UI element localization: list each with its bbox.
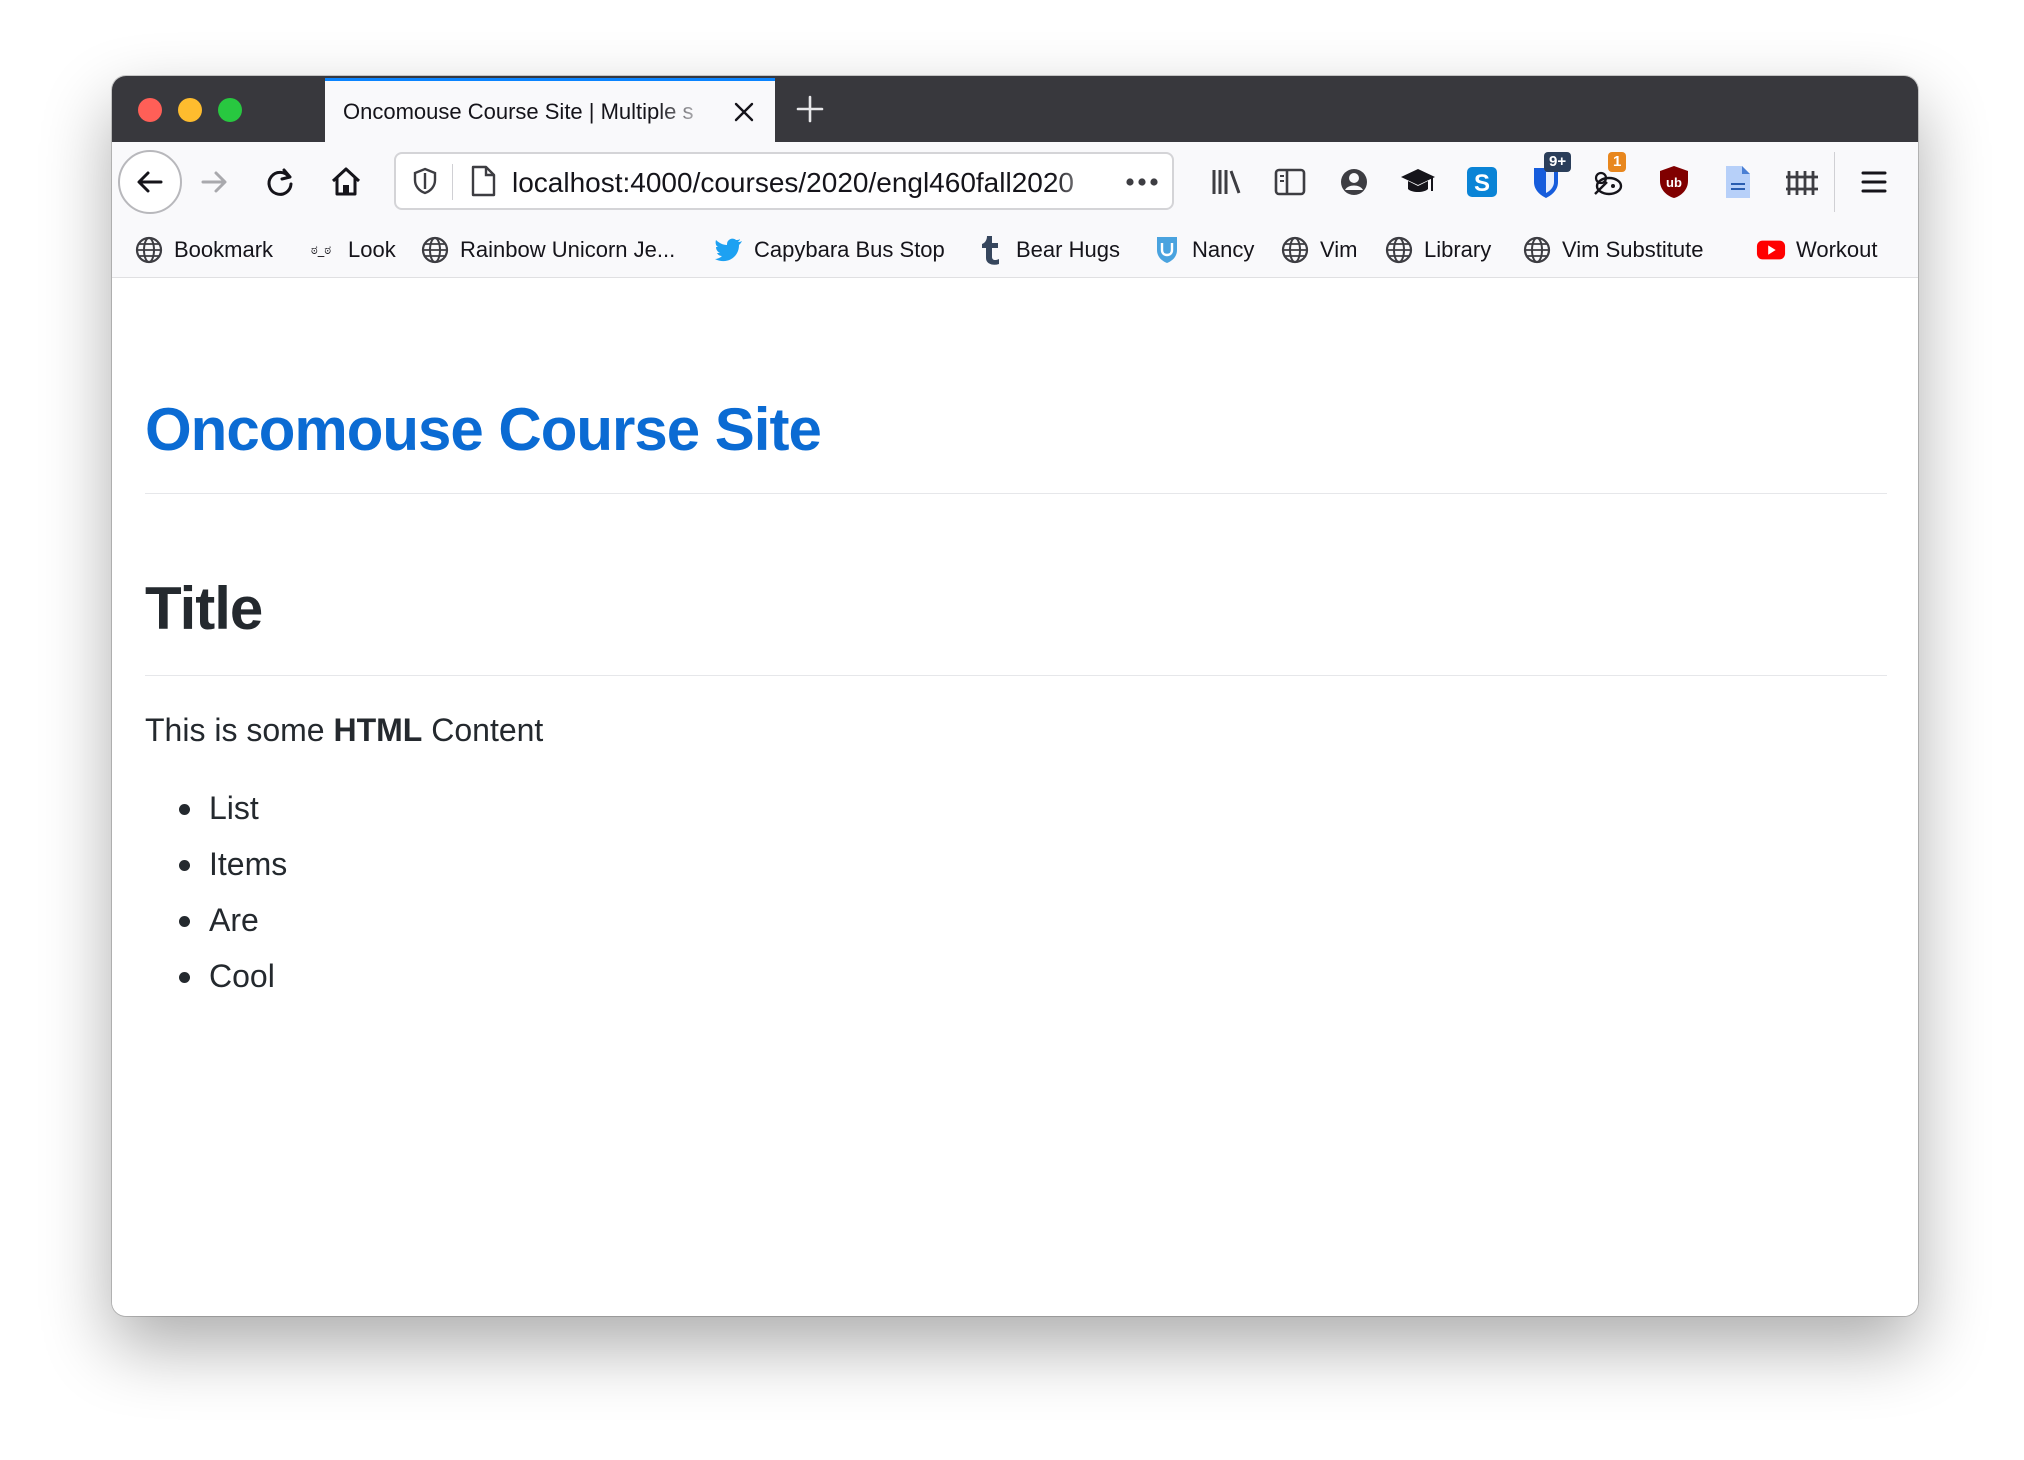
back-button[interactable] xyxy=(118,150,182,214)
fence-icon[interactable] xyxy=(1778,158,1826,206)
bookmark-item[interactable]: ಠ_ಠ Look xyxy=(304,234,396,266)
svg-text:ಠ_ಠ: ಠ_ಠ xyxy=(311,243,331,258)
account-icon[interactable] xyxy=(1330,158,1378,206)
url-bar[interactable]: localhost:4000/courses/2020/engl460fall2… xyxy=(394,152,1174,210)
bookmark-label: Nancy xyxy=(1192,237,1255,262)
bookmark-label: Vim Substitute xyxy=(1562,237,1704,262)
list-item: List xyxy=(145,788,287,844)
graduation-cap-icon[interactable] xyxy=(1394,158,1442,206)
active-tab[interactable]: Oncomouse Course Site | Multiple s xyxy=(325,78,775,142)
browser-window: Oncomouse Course Site | Multiple s local… xyxy=(112,76,1918,1316)
tracking-shield-icon[interactable] xyxy=(410,166,440,196)
svg-text:S: S xyxy=(1474,170,1490,197)
bitwarden-badge: 9+ xyxy=(1544,152,1572,172)
globe-icon xyxy=(1280,235,1310,265)
minimize-window-button[interactable] xyxy=(178,98,202,122)
bullet-list: List Items Are Cool xyxy=(145,788,287,1012)
list-item: Items xyxy=(145,844,287,900)
forward-button[interactable] xyxy=(186,154,242,210)
paragraph-bold-text: HTML xyxy=(333,712,423,748)
paragraph-text: This is some xyxy=(145,712,334,748)
svg-text:ub: ub xyxy=(1666,175,1682,190)
bookmark-label: Capybara Bus Stop xyxy=(754,237,945,262)
bitwarden-icon[interactable]: 9+ xyxy=(1522,152,1572,206)
bookmark-item[interactable]: Nancy xyxy=(1152,234,1254,266)
url-text[interactable]: localhost:4000/courses/2020/engl460fall2… xyxy=(512,166,1112,200)
shield-icon xyxy=(1152,235,1182,265)
globe-icon xyxy=(134,235,164,265)
site-title-link[interactable]: Oncomouse Course Site xyxy=(145,395,822,465)
document-icon[interactable] xyxy=(1714,158,1762,206)
youtube-icon xyxy=(1756,235,1786,265)
twitter-bird-icon xyxy=(714,235,744,265)
forward-arrow-icon xyxy=(201,171,227,193)
bookmark-item[interactable]: Rainbow Unicorn Je... xyxy=(420,234,675,266)
page-title: Title xyxy=(145,575,263,642)
page-info-icon[interactable] xyxy=(468,164,498,198)
reload-icon xyxy=(267,168,293,196)
globe-icon xyxy=(1522,235,1552,265)
ublock-origin-icon[interactable]: ub xyxy=(1650,158,1698,206)
look-face-icon: ಠ_ಠ xyxy=(304,235,338,265)
navigation-toolbar: localhost:4000/courses/2020/engl460fall2… xyxy=(112,142,1918,222)
bookmarks-toolbar: Bookmark ಠ_ಠ Look Rainbow Unicorn Je... … xyxy=(112,222,1918,278)
bookmark-item[interactable]: Workout xyxy=(1756,234,1878,266)
sidebar-icon[interactable] xyxy=(1266,158,1314,206)
header-divider xyxy=(145,493,1887,494)
globe-icon xyxy=(1384,235,1414,265)
bookmark-label: Library xyxy=(1424,237,1492,262)
content-paragraph: This is some HTML Content xyxy=(145,710,543,750)
bookmark-label: Bear Hugs xyxy=(1016,237,1120,262)
skype-icon[interactable]: S xyxy=(1458,158,1506,206)
tab-close-icon[interactable] xyxy=(731,99,757,125)
page-content: Oncomouse Course Site Title This is some… xyxy=(112,278,1918,1316)
tumblr-icon xyxy=(976,235,1006,265)
new-tab-icon[interactable] xyxy=(794,93,826,125)
bookmark-item[interactable]: Vim xyxy=(1280,234,1358,266)
library-icon[interactable] xyxy=(1202,158,1250,206)
mouse-extension-icon[interactable]: 1 xyxy=(1586,152,1634,206)
list-item: Are xyxy=(145,900,287,956)
hamburger-menu-icon[interactable] xyxy=(1850,158,1898,206)
close-window-button[interactable] xyxy=(138,98,162,122)
toolbar-divider xyxy=(1834,152,1835,212)
bookmark-label: Bookmark xyxy=(174,237,274,262)
bookmark-item[interactable]: Bookmark xyxy=(134,234,273,266)
list-item: Cool xyxy=(145,956,287,1012)
tab-strip: Oncomouse Course Site | Multiple s xyxy=(112,76,1918,142)
title-divider xyxy=(145,675,1887,676)
bookmark-label: Rainbow Unicorn Je... xyxy=(460,237,676,262)
paragraph-text: Content xyxy=(422,712,544,748)
globe-icon xyxy=(420,235,450,265)
zoom-window-button[interactable] xyxy=(218,98,242,122)
bookmark-label: Look xyxy=(348,237,396,262)
bookmark-item[interactable]: Bear Hugs xyxy=(976,234,1120,266)
bookmark-label: Workout xyxy=(1796,237,1878,262)
bookmark-item[interactable]: Vim Substitute xyxy=(1522,234,1703,266)
url-divider xyxy=(452,164,453,200)
tab-title: Oncomouse Course Site | Multiple s xyxy=(343,99,694,124)
bookmark-label: Vim xyxy=(1320,237,1358,262)
notification-badge: 1 xyxy=(1608,152,1627,172)
page-actions-icon[interactable] xyxy=(1122,168,1162,196)
bookmark-item[interactable]: Capybara Bus Stop xyxy=(714,234,945,266)
home-icon xyxy=(331,167,361,196)
back-arrow-icon xyxy=(137,171,163,193)
reload-button[interactable] xyxy=(252,154,308,210)
home-button[interactable] xyxy=(318,154,374,210)
bookmark-item[interactable]: Library xyxy=(1384,234,1491,266)
